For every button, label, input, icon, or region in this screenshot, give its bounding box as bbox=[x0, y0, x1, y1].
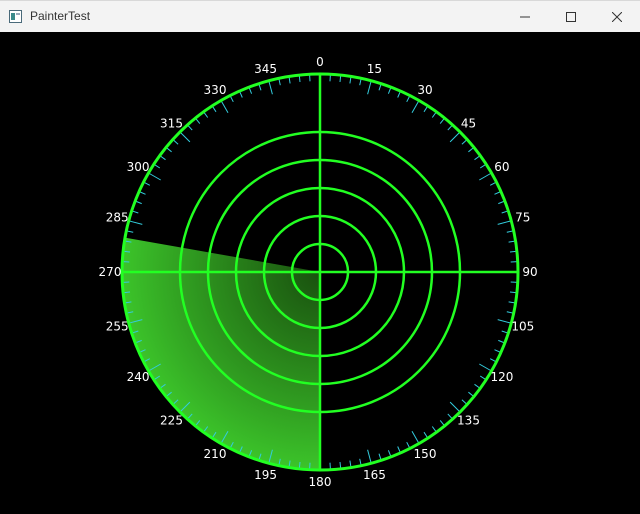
radar-angle-label: 255 bbox=[106, 319, 129, 333]
radar-tick bbox=[449, 401, 461, 413]
radar-angle-label: 105 bbox=[511, 319, 534, 333]
radar-angle-label: 90 bbox=[522, 265, 537, 279]
app-window: PainterTest 0 15 30 45 60 75 90 105 120 135 150 165… bbox=[0, 0, 640, 514]
radar-angle-label: 315 bbox=[160, 117, 183, 131]
radar-tick bbox=[268, 80, 273, 95]
radar-tick bbox=[497, 319, 512, 324]
radar-angle-label: 225 bbox=[160, 414, 183, 428]
radar-angle-label: 135 bbox=[457, 414, 480, 428]
radar-tick bbox=[411, 100, 420, 113]
radar-tick bbox=[449, 131, 461, 143]
radar-tick bbox=[367, 80, 372, 95]
radar-angle-label: 240 bbox=[127, 370, 150, 384]
radar-tick bbox=[367, 449, 372, 464]
radar-tick bbox=[128, 220, 143, 225]
radar-angle-label: 165 bbox=[363, 468, 386, 482]
radar-angle-label: 345 bbox=[254, 62, 277, 76]
radar-tick bbox=[148, 172, 161, 181]
radar-angle-label: 285 bbox=[106, 211, 129, 225]
radar-angle-label: 60 bbox=[494, 160, 509, 174]
radar-canvas: 0 15 30 45 60 75 90 105 120 135 150 165 180 195 210 225… bbox=[99, 55, 538, 489]
radar-angle-label: 180 bbox=[309, 475, 332, 489]
minimize-icon bbox=[520, 16, 530, 18]
radar-tick bbox=[179, 131, 191, 143]
radar-angle-label: 210 bbox=[204, 447, 227, 461]
radar-angle-label: 45 bbox=[461, 117, 476, 131]
window-title: PainterTest bbox=[30, 9, 91, 23]
minimize-button[interactable] bbox=[502, 1, 548, 33]
close-icon bbox=[612, 12, 622, 22]
radar-tick bbox=[479, 172, 492, 181]
radar-angle-label: 120 bbox=[490, 370, 513, 384]
close-button[interactable] bbox=[594, 1, 640, 33]
radar-angle-label: 300 bbox=[127, 160, 150, 174]
radar-angle-label: 270 bbox=[99, 265, 122, 279]
title-bar[interactable]: PainterTest bbox=[0, 0, 640, 32]
radar-tick bbox=[220, 100, 229, 113]
radar-tick bbox=[497, 220, 512, 225]
radar-angle-label: 75 bbox=[515, 211, 530, 225]
radar-angle-label: 195 bbox=[254, 468, 277, 482]
maximize-button[interactable] bbox=[548, 1, 594, 33]
radar-angle-label: 30 bbox=[417, 83, 432, 97]
app-window-icon bbox=[9, 10, 22, 23]
radar-angle-label: 0 bbox=[316, 55, 324, 69]
radar-angle-label: 15 bbox=[367, 62, 382, 76]
radar-angle-label: 330 bbox=[204, 83, 227, 97]
maximize-icon bbox=[566, 12, 576, 22]
radar-angle-label: 150 bbox=[414, 447, 437, 461]
radar-tick bbox=[411, 431, 420, 444]
